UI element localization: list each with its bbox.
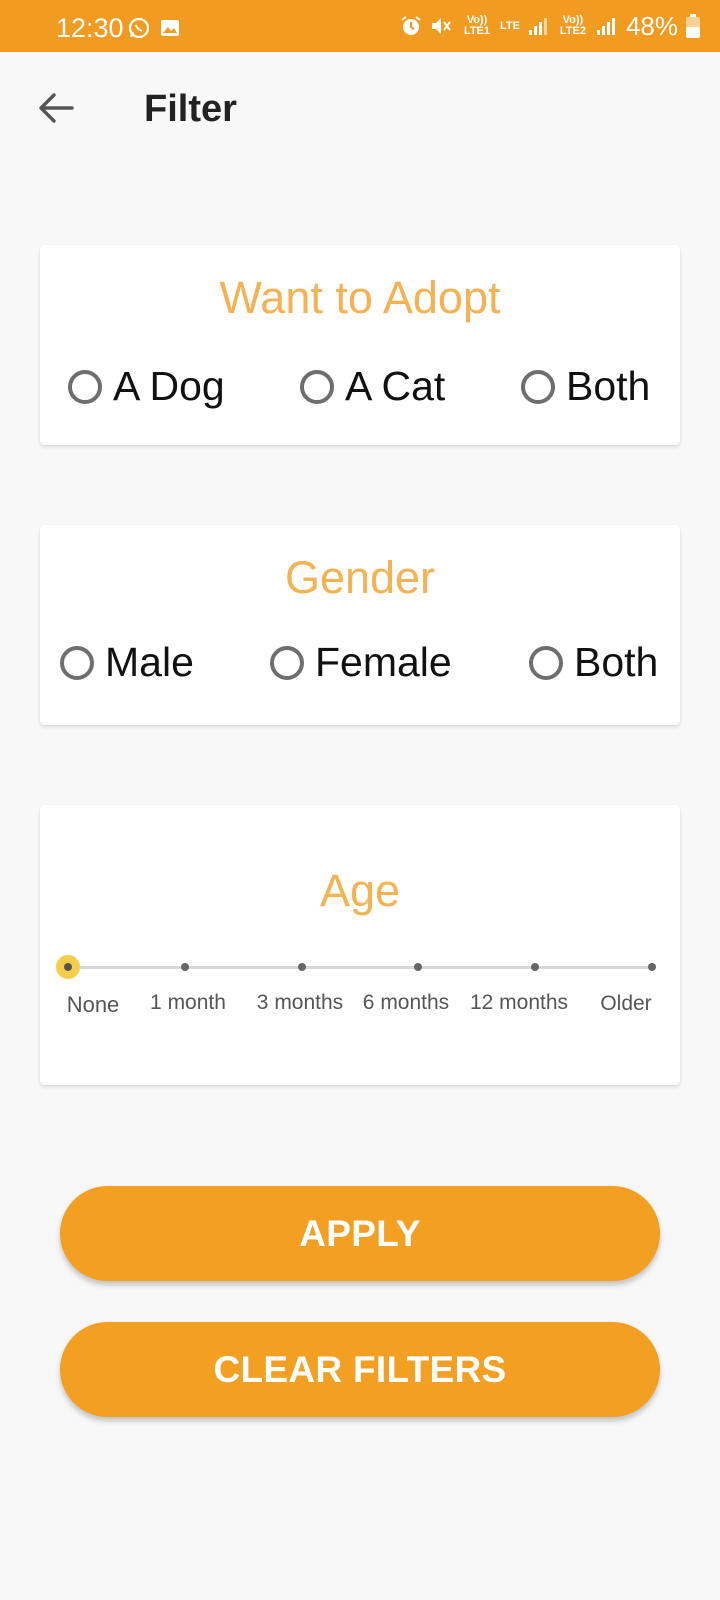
age-card: Age None 1 month 3 months 6 months 12 mo… [40,805,680,1085]
age-label-none: None [66,992,120,1017]
arrow-left-icon [38,92,74,129]
sim2-label: Vo)) LTE2 [559,14,586,37]
signal-icon [596,16,618,36]
gender-option-label: Both [574,639,659,685]
apply-button[interactable]: APPLY [60,1186,660,1281]
age-label-12-months: 12 months [469,991,569,1014]
mute-icon [430,15,454,37]
age-label-1-month: 1 month [150,991,226,1014]
status-bar: 12:30 Vo)) LTE1 LTE Vo)) LTE2 48% [0,0,720,52]
adopt-option-label: Both [566,363,651,409]
gender-option-label: Female [315,639,452,685]
status-time: 12:30 [56,13,124,43]
battery-percentage: 48% [625,10,678,41]
slider-tick [180,963,189,971]
age-slider[interactable] [56,955,656,979]
slider-thumb[interactable] [56,955,80,979]
adopt-option-dog[interactable]: A Dog [68,363,225,410]
age-label-6-months: 6 months [362,991,450,1014]
age-label-older: Older [600,992,652,1015]
alarm-icon [400,15,422,37]
age-label-3-months: 3 months [256,991,344,1014]
radio-unchecked-icon [529,645,563,680]
battery-icon [686,14,700,38]
adopt-title: Want to Adopt [219,272,501,323]
gender-option-female[interactable]: Female [270,639,452,686]
adopt-option-label: A Dog [113,363,225,409]
app-bar: Filter [0,52,720,168]
age-title: Age [319,865,401,916]
adopt-card: Want to Adopt A Dog A Cat Both [40,245,680,445]
gallery-icon [160,19,180,42]
signal-icon [528,16,550,36]
slider-track [68,966,652,969]
gender-option-both[interactable]: Both [529,639,658,686]
network-type: LTE [499,19,520,32]
gender-card: Gender Male Female Both [40,525,680,725]
page-title: Filter [144,88,237,130]
adopt-option-cat[interactable]: A Cat [300,363,445,410]
radio-unchecked-icon [521,369,555,404]
gender-option-label: Male [105,639,194,685]
slider-tick [414,963,423,971]
gender-title: Gender [284,552,436,603]
radio-unchecked-icon [270,645,304,680]
status-icons: Vo)) LTE1 LTE Vo)) LTE2 48% [400,10,700,42]
adopt-option-both[interactable]: Both [521,363,650,410]
radio-unchecked-icon [68,369,102,404]
whatsapp-icon [128,17,150,44]
gender-option-male[interactable]: Male [60,639,194,686]
adopt-option-label: A Cat [345,363,446,409]
radio-unchecked-icon [300,369,334,404]
radio-unchecked-icon [60,645,94,680]
sim1-label: Vo)) LTE1 [463,14,491,37]
slider-tick [648,963,656,971]
slider-tick [531,963,540,971]
back-button[interactable] [30,84,82,136]
clear-filters-button[interactable]: CLEAR FILTERS [60,1322,660,1417]
slider-tick [297,963,306,971]
